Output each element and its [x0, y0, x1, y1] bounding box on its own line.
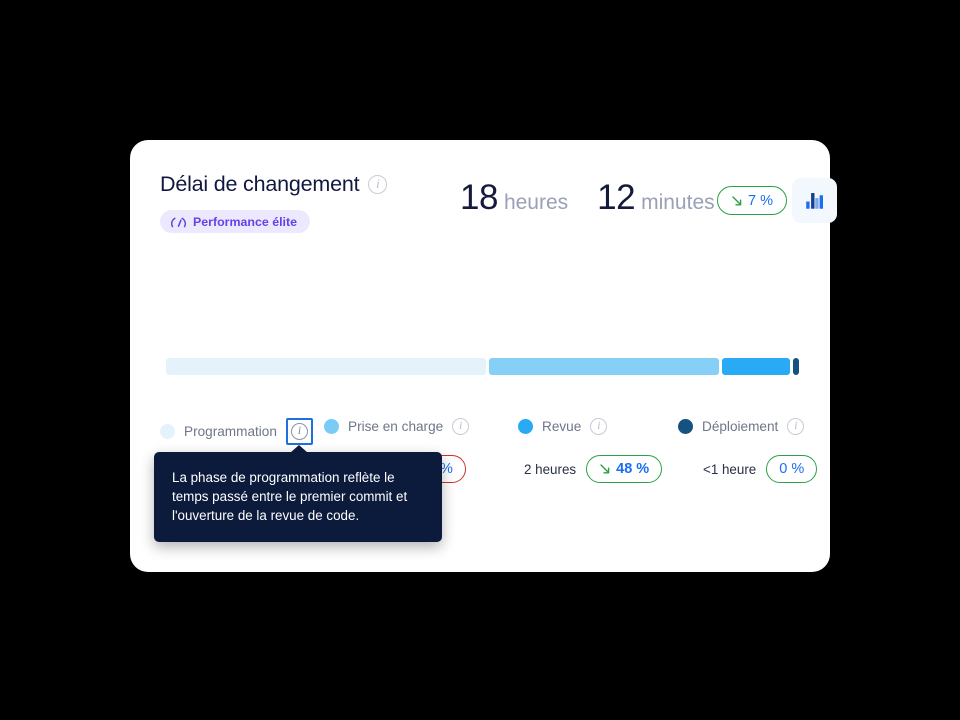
legend-dot-revue: [518, 419, 533, 434]
arrow-down-right-icon: [600, 464, 610, 474]
metric-minutes-unit: minutes: [641, 191, 715, 214]
title-line: Délai de changement i: [160, 172, 388, 197]
legend: Programmation i Prise en charge i Revue …: [160, 418, 810, 445]
primary-metric: 18 heures 12 minutes: [460, 178, 715, 218]
legend-item-prise-en-charge[interactable]: Prise en charge i: [324, 418, 470, 435]
title-info-icon[interactable]: i: [368, 175, 388, 194]
bar-segment-programmation[interactable]: [166, 358, 486, 375]
bar-segment-revue[interactable]: [722, 358, 791, 375]
metric-hours-value: 18: [460, 178, 498, 217]
legend-label-deploiement: Déploiement: [702, 419, 779, 434]
legend-label-revue: Revue: [542, 419, 582, 434]
stat-duration-deploiement: <1 heure: [703, 461, 757, 477]
arrow-down-right-icon: [732, 195, 742, 205]
tooltip-arrow: [290, 445, 308, 453]
performance-badge: Performance élite: [160, 210, 310, 233]
legend-dot-prise-en-charge: [324, 419, 339, 434]
page-title: Délai de changement: [160, 172, 360, 196]
legend-info-button-revue[interactable]: i: [590, 418, 608, 435]
screen-root: Délai de changement i Performance élite …: [0, 0, 960, 720]
legend-info-button-prise-en-charge[interactable]: i: [452, 418, 470, 435]
stat-revue: 2 heures 48 %: [524, 455, 663, 483]
bar-segment-prise-en-charge[interactable]: [488, 358, 720, 375]
stat-delta-revue-value: 48 %: [616, 461, 650, 477]
card-header: Délai de changement i Performance élite …: [160, 172, 837, 233]
stacked-progress-bar: [166, 358, 800, 375]
legend-label-programmation: Programmation: [184, 424, 277, 439]
metric-hours-unit: heures: [503, 191, 569, 214]
title-block: Délai de changement i Performance élite: [160, 172, 388, 233]
stat-delta-revue: 48 %: [586, 455, 663, 483]
trend-badge: 7 %: [717, 186, 787, 215]
trend-value: 7 %: [748, 192, 773, 209]
legend-info-button-deploiement[interactable]: i: [787, 418, 805, 435]
stat-duration-revue: 2 heures: [524, 461, 577, 477]
info-tooltip: La phase de programmation reflète le tem…: [154, 445, 442, 543]
bar-segment-deploiement[interactable]: [793, 358, 799, 375]
info-icon: i: [290, 423, 308, 440]
legend-item-deploiement[interactable]: Déploiement i: [678, 418, 805, 435]
gauge-icon: [171, 217, 186, 227]
bar-chart-icon: [806, 193, 823, 209]
performance-badge-label: Performance élite: [193, 214, 297, 229]
legend-info-button-programmation[interactable]: i: [285, 418, 313, 445]
stat-delta-deploiement: 0 %: [766, 455, 818, 483]
metric-minutes-value: 12: [597, 178, 636, 217]
tooltip-text: La phase de programmation reflète le tem…: [172, 470, 408, 524]
chart-view-button[interactable]: [792, 178, 837, 223]
legend-dot-programmation: [160, 424, 175, 439]
legend-dot-deploiement: [678, 419, 693, 434]
legend-item-programmation[interactable]: Programmation i: [160, 418, 313, 445]
legend-item-revue[interactable]: Revue i: [518, 418, 608, 435]
legend-label-prise-en-charge: Prise en charge: [348, 419, 444, 434]
stat-deploiement: <1 heure 0 %: [703, 455, 818, 483]
